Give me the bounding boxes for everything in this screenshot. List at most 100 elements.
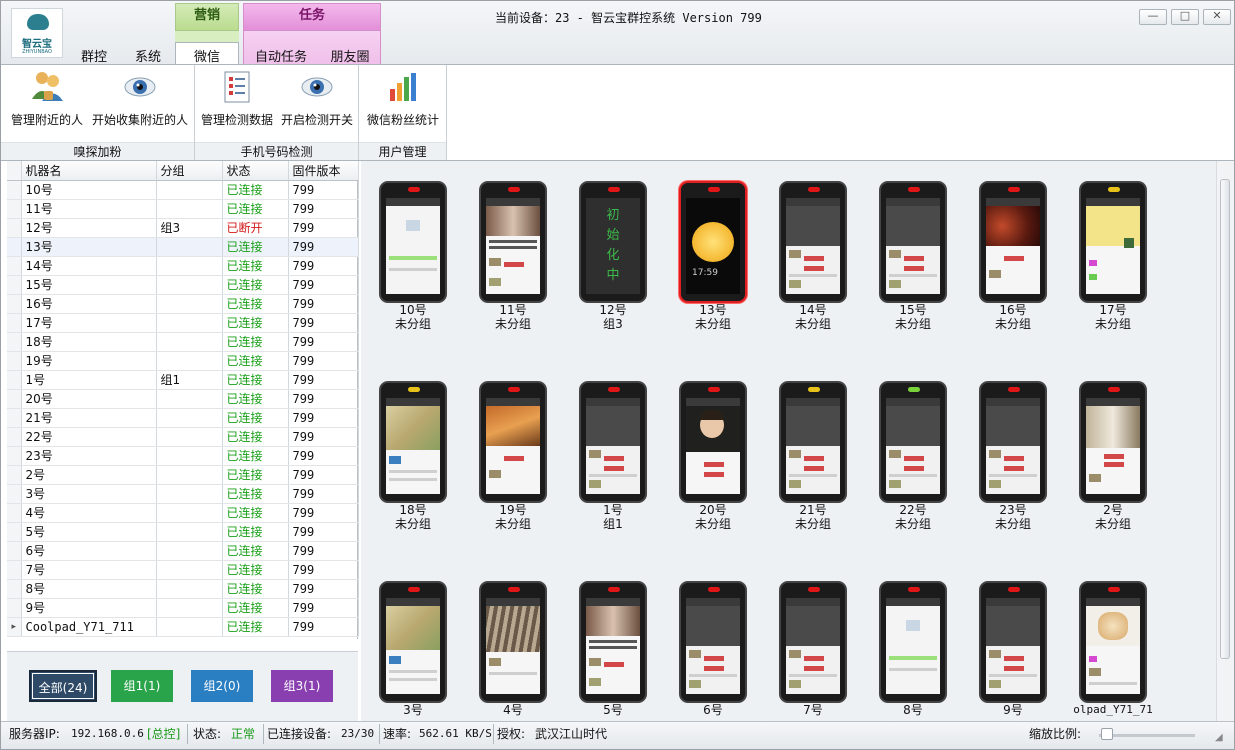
- phone-display[interactable]: [1086, 198, 1140, 294]
- phone-screen-thumbnail[interactable]: [1079, 581, 1147, 703]
- phone-screen-thumbnail[interactable]: [579, 581, 647, 703]
- tab-moments[interactable]: 朋友圈: [323, 46, 377, 65]
- phone-display[interactable]: [386, 398, 440, 494]
- device-tile[interactable]: 20号 未分组: [673, 381, 753, 531]
- phone-screen-thumbnail[interactable]: [479, 581, 547, 703]
- phone-display[interactable]: [1086, 598, 1140, 694]
- manage-check-data-button[interactable]: 管理检测数据: [199, 69, 275, 128]
- phone-screen-thumbnail[interactable]: [779, 581, 847, 703]
- phone-display[interactable]: 初始化中: [586, 198, 640, 294]
- device-tile[interactable]: 2号 未分组: [1073, 381, 1153, 531]
- scrollbar-thumb[interactable]: [1220, 179, 1230, 659]
- column-header-status[interactable]: 状态: [222, 161, 289, 181]
- phone-screen-thumbnail[interactable]: [879, 381, 947, 503]
- table-row[interactable]: 18号 已连接 799: [7, 332, 359, 352]
- phone-display[interactable]: [386, 198, 440, 294]
- device-tile[interactable]: 1号 组1: [573, 381, 653, 531]
- fans-stats-button[interactable]: 微信粉丝统计: [363, 69, 443, 128]
- filter-all-button[interactable]: 全部(24): [29, 670, 97, 702]
- table-row[interactable]: 6号 已连接 799: [7, 541, 359, 561]
- table-row[interactable]: 1号 组1 已连接 799: [7, 370, 359, 390]
- tab-qunkong[interactable]: 群控: [73, 46, 115, 65]
- minimize-button[interactable]: —: [1139, 9, 1167, 25]
- phone-display[interactable]: [886, 598, 940, 694]
- phone-display[interactable]: [786, 398, 840, 494]
- device-grid-scrollbar[interactable]: [1216, 161, 1234, 721]
- phone-screen-thumbnail[interactable]: [679, 581, 747, 703]
- phone-display[interactable]: [786, 198, 840, 294]
- phone-screen-thumbnail[interactable]: [979, 381, 1047, 503]
- phone-display[interactable]: [986, 398, 1040, 494]
- phone-display[interactable]: [386, 598, 440, 694]
- phone-screen-thumbnail[interactable]: [1079, 181, 1147, 303]
- phone-display[interactable]: [686, 398, 740, 494]
- filter-group1-button[interactable]: 组1(1): [111, 670, 173, 702]
- phone-screen-thumbnail[interactable]: 初始化中: [579, 181, 647, 303]
- device-tile[interactable]: 3号: [373, 581, 453, 717]
- enable-check-button[interactable]: 开启检测开关: [279, 69, 355, 128]
- phone-screen-thumbnail[interactable]: [779, 381, 847, 503]
- phone-display[interactable]: [886, 198, 940, 294]
- zoom-slider-track[interactable]: [1099, 734, 1195, 737]
- phone-display[interactable]: [586, 598, 640, 694]
- phone-screen-thumbnail[interactable]: [879, 181, 947, 303]
- phone-display[interactable]: [886, 398, 940, 494]
- phone-screen-thumbnail[interactable]: [379, 181, 447, 303]
- collect-nearby-button[interactable]: 开始收集附近的人: [89, 69, 191, 128]
- device-tile[interactable]: 17:59 13号 未分组: [673, 181, 753, 331]
- filter-group3-button[interactable]: 组3(1): [271, 670, 333, 702]
- restore-button[interactable]: □: [1171, 9, 1199, 25]
- table-row[interactable]: 20号 已连接 799: [7, 389, 359, 409]
- column-header-firmware[interactable]: 固件版本: [288, 161, 359, 181]
- device-tile[interactable]: 15号 未分组: [873, 181, 953, 331]
- phone-display[interactable]: [1086, 398, 1140, 494]
- device-tile[interactable]: 5号: [573, 581, 653, 717]
- resize-grip-icon[interactable]: ◢: [1215, 726, 1223, 750]
- table-row[interactable]: 22号 已连接 799: [7, 427, 359, 447]
- device-tile[interactable]: 9号: [973, 581, 1053, 717]
- phone-screen-thumbnail[interactable]: [879, 581, 947, 703]
- table-row[interactable]: 16号 已连接 799: [7, 294, 359, 314]
- phone-display[interactable]: [486, 398, 540, 494]
- table-row[interactable]: 4号 已连接 799: [7, 503, 359, 523]
- tab-auto-task[interactable]: 自动任务: [249, 46, 313, 65]
- device-tile[interactable]: 17号 未分组: [1073, 181, 1153, 331]
- device-tile[interactable]: 18号 未分组: [373, 381, 453, 531]
- phone-display[interactable]: [486, 198, 540, 294]
- device-tile[interactable]: 14号 未分组: [773, 181, 853, 331]
- table-row[interactable]: 23号 已连接 799: [7, 446, 359, 466]
- device-tile[interactable]: 21号 未分组: [773, 381, 853, 531]
- device-tile[interactable]: 8号: [873, 581, 953, 717]
- device-tile[interactable]: 23号 未分组: [973, 381, 1053, 531]
- device-tile[interactable]: 11号 未分组: [473, 181, 553, 331]
- zoom-slider-handle[interactable]: [1101, 728, 1113, 740]
- table-row[interactable]: 9号 已连接 799: [7, 598, 359, 618]
- device-tile[interactable]: 22号 未分组: [873, 381, 953, 531]
- device-tile[interactable]: 10号 未分组: [373, 181, 453, 331]
- table-row[interactable]: 10号 已连接 799: [7, 180, 359, 200]
- phone-display[interactable]: [586, 398, 640, 494]
- tab-system[interactable]: 系统: [127, 46, 169, 65]
- phone-screen-thumbnail[interactable]: [479, 181, 547, 303]
- phone-display[interactable]: [486, 598, 540, 694]
- table-row[interactable]: 13号 已连接 799: [7, 237, 359, 257]
- table-row[interactable]: 17号 已连接 799: [7, 313, 359, 333]
- device-tile[interactable]: 16号 未分组: [973, 181, 1053, 331]
- phone-screen-thumbnail[interactable]: [779, 181, 847, 303]
- phone-display[interactable]: [686, 598, 740, 694]
- table-row[interactable]: 3号 已连接 799: [7, 484, 359, 504]
- column-header-group[interactable]: 分组: [156, 161, 223, 181]
- phone-display[interactable]: [786, 598, 840, 694]
- filter-group2-button[interactable]: 组2(0): [191, 670, 253, 702]
- phone-display[interactable]: 17:59: [686, 198, 740, 294]
- tab-weixin[interactable]: 微信: [179, 46, 235, 65]
- column-header-name[interactable]: 机器名: [21, 161, 157, 181]
- close-button[interactable]: ✕: [1203, 9, 1231, 25]
- phone-screen-thumbnail[interactable]: [979, 181, 1047, 303]
- phone-screen-thumbnail[interactable]: [579, 381, 647, 503]
- manage-nearby-button[interactable]: 管理附近的人: [7, 69, 87, 128]
- table-row[interactable]: 14号 已连接 799: [7, 256, 359, 276]
- device-tile[interactable]: 初始化中 12号 组3: [573, 181, 653, 331]
- device-tile[interactable]: 4号: [473, 581, 553, 717]
- device-tile[interactable]: 6号: [673, 581, 753, 717]
